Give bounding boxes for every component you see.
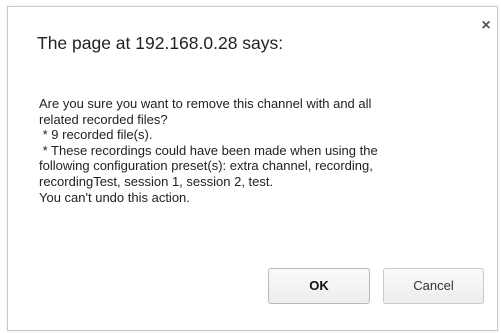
- message-line: * These recordings could have been made …: [39, 142, 378, 158]
- message-line: You can't undo this action.: [39, 189, 190, 205]
- confirm-dialog: The page at 192.168.0.28 says: × Are you…: [7, 6, 498, 331]
- message-line: Are you sure you want to remove this cha…: [39, 96, 372, 111]
- dialog-message: Are you sure you want to remove this cha…: [39, 96, 485, 205]
- ok-button[interactable]: OK: [268, 268, 370, 304]
- dialog-title: The page at 192.168.0.28 says:: [37, 33, 284, 53]
- close-icon[interactable]: ×: [477, 17, 495, 35]
- message-line: * 9 recorded file(s).: [39, 127, 153, 143]
- message-line: recordingTest, session 1, session 2, tes…: [39, 173, 274, 189]
- message-line: related recorded files?: [39, 111, 168, 127]
- message-line: following configuration preset(s): extra…: [39, 158, 373, 174]
- cancel-button[interactable]: Cancel: [383, 268, 484, 304]
